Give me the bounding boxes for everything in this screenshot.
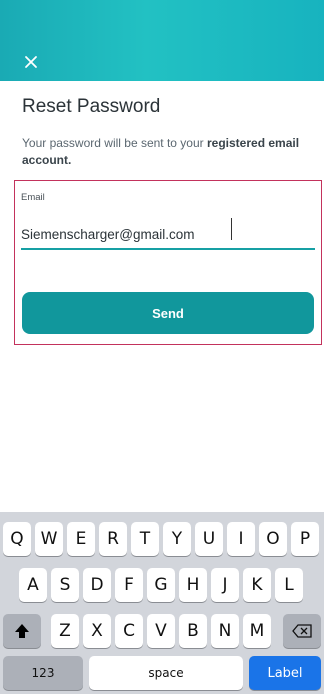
send-button[interactable]: Send xyxy=(22,292,314,334)
shift-icon xyxy=(15,624,29,638)
key-p[interactable]: P xyxy=(291,522,319,556)
key-t[interactable]: T xyxy=(131,522,159,556)
email-field[interactable] xyxy=(21,216,315,250)
key-l[interactable]: L xyxy=(275,568,303,602)
key-x[interactable]: X xyxy=(83,614,111,648)
key-f[interactable]: F xyxy=(115,568,143,602)
key-z[interactable]: Z xyxy=(51,614,79,648)
key-e[interactable]: E xyxy=(67,522,95,556)
key-y[interactable]: Y xyxy=(163,522,191,556)
key-r[interactable]: R xyxy=(99,522,127,556)
key-b[interactable]: B xyxy=(179,614,207,648)
page-title: Reset Password xyxy=(22,96,161,117)
backspace-icon xyxy=(292,624,312,638)
key-k[interactable]: K xyxy=(243,568,271,602)
key-d[interactable]: D xyxy=(83,568,111,602)
key-v[interactable]: V xyxy=(147,614,175,648)
description-prefix: Your password will be sent to your xyxy=(22,136,207,150)
email-label: Email xyxy=(21,192,45,203)
key-a[interactable]: A xyxy=(19,568,47,602)
on-screen-keyboard: Q W E R T Y U I O P A S D F G H J K L Z … xyxy=(0,512,324,694)
description-text: Your password will be sent to your regis… xyxy=(22,135,312,169)
key-m[interactable]: M xyxy=(243,614,271,648)
text-cursor xyxy=(231,218,232,240)
numbers-key[interactable]: 123 xyxy=(3,656,83,690)
key-w[interactable]: W xyxy=(35,522,63,556)
close-icon[interactable] xyxy=(24,55,38,69)
app-header xyxy=(0,0,324,81)
backspace-key[interactable] xyxy=(283,614,321,648)
key-n[interactable]: N xyxy=(211,614,239,648)
key-c[interactable]: C xyxy=(115,614,143,648)
key-q[interactable]: Q xyxy=(3,522,31,556)
key-h[interactable]: H xyxy=(179,568,207,602)
shift-key[interactable] xyxy=(3,614,41,648)
key-j[interactable]: J xyxy=(211,568,239,602)
key-o[interactable]: O xyxy=(259,522,287,556)
space-key[interactable]: space xyxy=(89,656,243,690)
key-i[interactable]: I xyxy=(227,522,255,556)
label-key[interactable]: Label xyxy=(249,656,321,690)
key-s[interactable]: S xyxy=(51,568,79,602)
key-u[interactable]: U xyxy=(195,522,223,556)
key-g[interactable]: G xyxy=(147,568,175,602)
